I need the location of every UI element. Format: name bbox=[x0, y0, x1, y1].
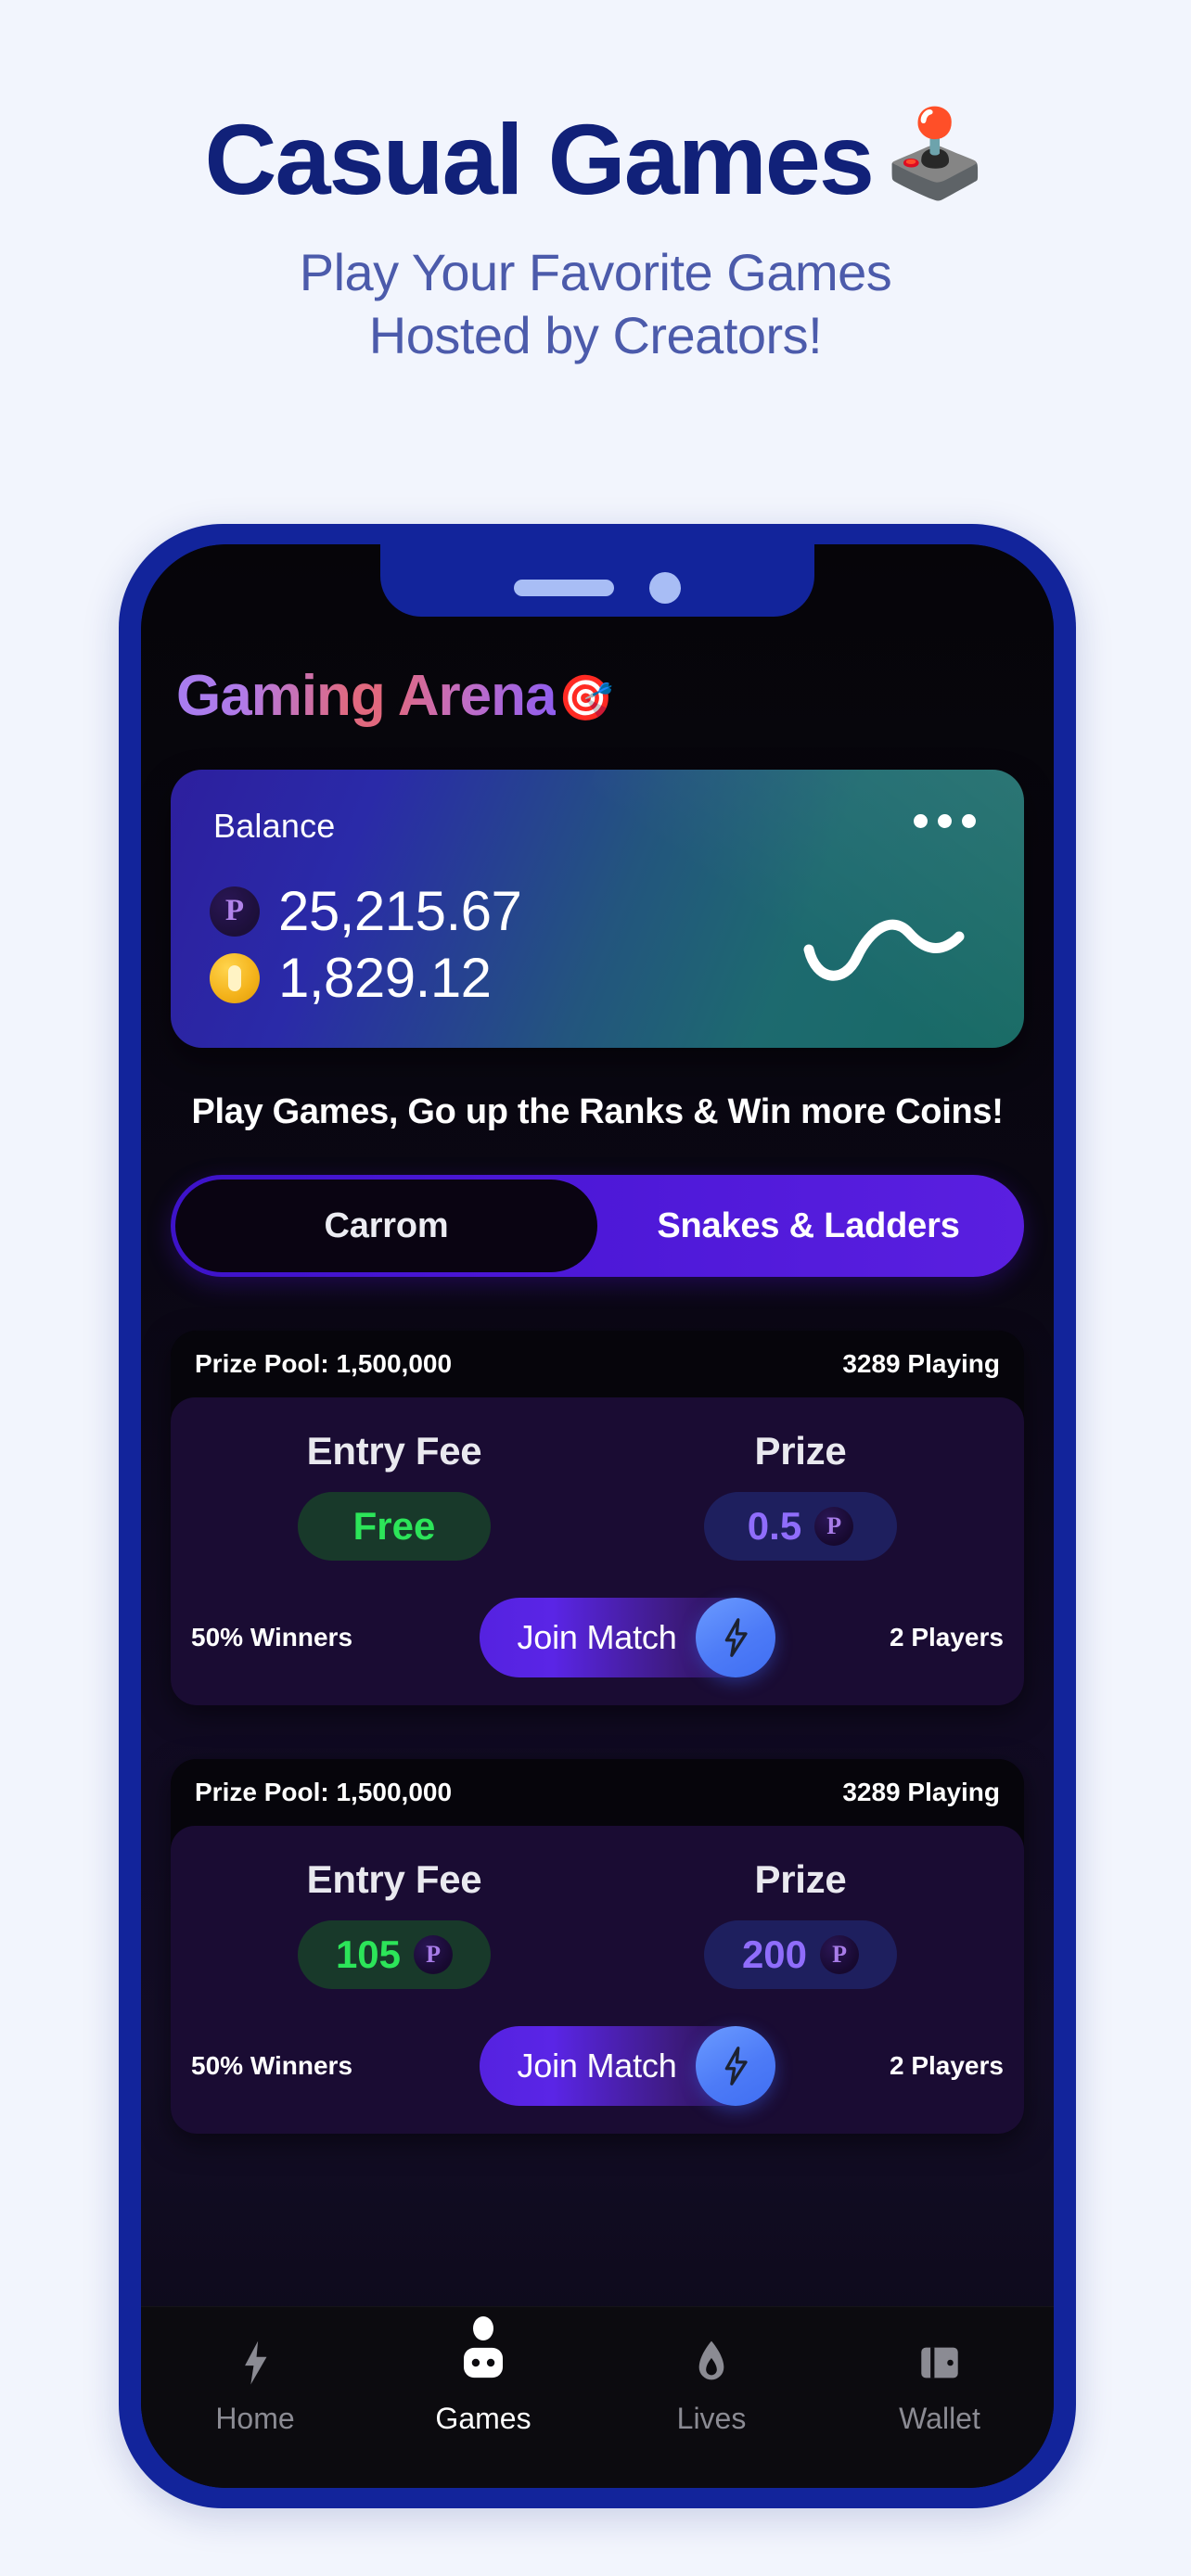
tab-carrom[interactable]: Carrom bbox=[175, 1180, 597, 1272]
nav-item-games[interactable]: Games bbox=[369, 2316, 597, 2436]
winners-label: 50% Winners bbox=[191, 1623, 353, 1651]
join-match-group[interactable]: Join Match bbox=[480, 2026, 775, 2106]
entry-fee-column: Entry Fee 105 P bbox=[191, 1857, 597, 1989]
prize-value: 0.5 bbox=[747, 1504, 802, 1548]
balance-row-primary: P 25,215.67 bbox=[210, 879, 522, 943]
lightning-bolt-icon[interactable] bbox=[695, 2026, 775, 2106]
players-label: 2 Players bbox=[889, 1623, 1004, 1651]
gamepad-icon bbox=[459, 2339, 507, 2387]
winners-label: 50% Winners bbox=[191, 2051, 353, 2080]
prize-title: Prize bbox=[754, 1429, 847, 1473]
tab-snakes-and-ladders[interactable]: Snakes & Ladders bbox=[597, 1180, 1019, 1272]
app-screen: Gaming Arena 🎯 Balance P 25,215.67 1,829… bbox=[141, 544, 1054, 2488]
entry-fee-column: Entry Fee Free bbox=[191, 1429, 597, 1561]
promo-header: Casual Games 🕹️ Play Your Favorite Games… bbox=[0, 0, 1191, 368]
p-coin-icon: P bbox=[820, 1935, 860, 1974]
tagline: Play Games, Go up the Ranks & Win more C… bbox=[191, 1092, 1004, 1131]
balance-row-secondary: 1,829.12 bbox=[210, 946, 492, 1010]
app-logo-text: Gaming Arena bbox=[176, 664, 557, 728]
prize-pool-label: Prize Pool: 1,500,000 bbox=[195, 1349, 453, 1378]
entry-fee-value: 105 bbox=[335, 1932, 402, 1976]
nav-label-wallet: Wallet bbox=[899, 2402, 980, 2435]
entry-fee-title: Entry Fee bbox=[306, 1429, 482, 1473]
promo-subtitle-line1: Play Your Favorite Games bbox=[299, 243, 892, 301]
prize-title: Prize bbox=[754, 1857, 847, 1901]
playing-count-label: 3289 Playing bbox=[842, 1349, 1000, 1378]
entry-fee-pill: 105 P bbox=[298, 1920, 491, 1989]
gold-coin-icon bbox=[210, 952, 260, 1003]
wallet-icon bbox=[916, 2339, 964, 2387]
fee-prize-row: Entry Fee 105 P Prize 200 P bbox=[191, 1857, 1004, 1989]
promo-subtitle-line2: Hosted by Creators! bbox=[368, 306, 823, 365]
join-match-group[interactable]: Join Match bbox=[480, 1598, 775, 1677]
page-title-text: Casual Games bbox=[204, 103, 875, 215]
match-card-body: Entry Fee Free Prize 0.5 P 50% Winners J… bbox=[171, 1397, 1024, 1705]
match-card: Prize Pool: 1,500,000 3289 Playing Entry… bbox=[171, 1759, 1024, 2134]
prize-column: Prize 0.5 P bbox=[597, 1429, 1004, 1561]
match-card-body: Entry Fee 105 P Prize 200 P 50% Winners … bbox=[171, 1826, 1024, 2134]
nav-label-games: Games bbox=[435, 2402, 531, 2435]
active-indicator-dot bbox=[473, 2316, 493, 2340]
nav-label-home: Home bbox=[215, 2402, 295, 2435]
phone-screen-bezel: Gaming Arena 🎯 Balance P 25,215.67 1,829… bbox=[141, 544, 1054, 2488]
balance-secondary-amount: 1,829.12 bbox=[278, 947, 492, 1009]
fee-prize-row: Entry Fee Free Prize 0.5 P bbox=[191, 1429, 1004, 1561]
entry-fee-value: Free bbox=[352, 1504, 436, 1548]
phone-notch bbox=[380, 544, 814, 617]
wave-squiggle-icon bbox=[803, 919, 965, 981]
match-card-header: Prize Pool: 1,500,000 3289 Playing bbox=[171, 1759, 1024, 1826]
balance-label: Balance bbox=[213, 807, 336, 845]
match-action-row: 50% Winners Join Match 2 Players bbox=[191, 1598, 1004, 1677]
nav-item-wallet[interactable]: Wallet bbox=[826, 2339, 1054, 2436]
prize-pool-label: Prize Pool: 1,500,000 bbox=[195, 1778, 453, 1806]
joystick-icon: 🕹️ bbox=[881, 107, 989, 201]
app-logo: Gaming Arena 🎯 bbox=[171, 663, 1024, 729]
lightning-icon bbox=[231, 2339, 279, 2387]
prize-value: 200 bbox=[741, 1932, 808, 1976]
p-coin-icon: P bbox=[414, 1935, 454, 1974]
nav-item-home[interactable]: Home bbox=[141, 2339, 369, 2436]
flame-icon bbox=[687, 2339, 736, 2387]
dart-icon: 🎯 bbox=[557, 674, 613, 723]
entry-fee-title: Entry Fee bbox=[306, 1857, 482, 1901]
players-label: 2 Players bbox=[889, 2051, 1004, 2080]
bottom-navigation: Home Games Lives Wallet bbox=[141, 2306, 1054, 2488]
game-toggle[interactable]: Carrom Snakes & Ladders bbox=[171, 1175, 1024, 1277]
nav-item-lives[interactable]: Lives bbox=[597, 2339, 826, 2436]
more-options-icon[interactable] bbox=[914, 814, 976, 828]
speaker-grill-icon bbox=[514, 580, 614, 596]
entry-fee-pill: Free bbox=[298, 1492, 491, 1561]
match-action-row: 50% Winners Join Match 2 Players bbox=[191, 2026, 1004, 2106]
prize-column: Prize 200 P bbox=[597, 1857, 1004, 1989]
match-card: Prize Pool: 1,500,000 3289 Playing Entry… bbox=[171, 1331, 1024, 1705]
p-coin-icon: P bbox=[814, 1507, 854, 1546]
phone-mockup: Gaming Arena 🎯 Balance P 25,215.67 1,829… bbox=[119, 524, 1076, 2508]
nav-label-lives: Lives bbox=[676, 2402, 747, 2435]
promo-subtitle: Play Your Favorite Games Hosted by Creat… bbox=[0, 241, 1191, 368]
match-card-header: Prize Pool: 1,500,000 3289 Playing bbox=[171, 1331, 1024, 1397]
lightning-bolt-icon[interactable] bbox=[695, 1598, 775, 1677]
playing-count-label: 3289 Playing bbox=[842, 1778, 1000, 1806]
prize-pill: 0.5 P bbox=[704, 1492, 897, 1561]
balance-card[interactable]: Balance P 25,215.67 1,829.12 bbox=[171, 770, 1024, 1048]
promo-page: Casual Games 🕹️ Play Your Favorite Games… bbox=[0, 0, 1191, 2576]
prize-pill: 200 P bbox=[704, 1920, 897, 1989]
screen-content: Gaming Arena 🎯 Balance P 25,215.67 1,829… bbox=[141, 544, 1054, 2306]
balance-primary-amount: 25,215.67 bbox=[278, 880, 522, 942]
p-coin-icon: P bbox=[210, 886, 260, 937]
front-camera-icon bbox=[649, 572, 681, 604]
page-title: Casual Games 🕹️ bbox=[0, 109, 1191, 210]
